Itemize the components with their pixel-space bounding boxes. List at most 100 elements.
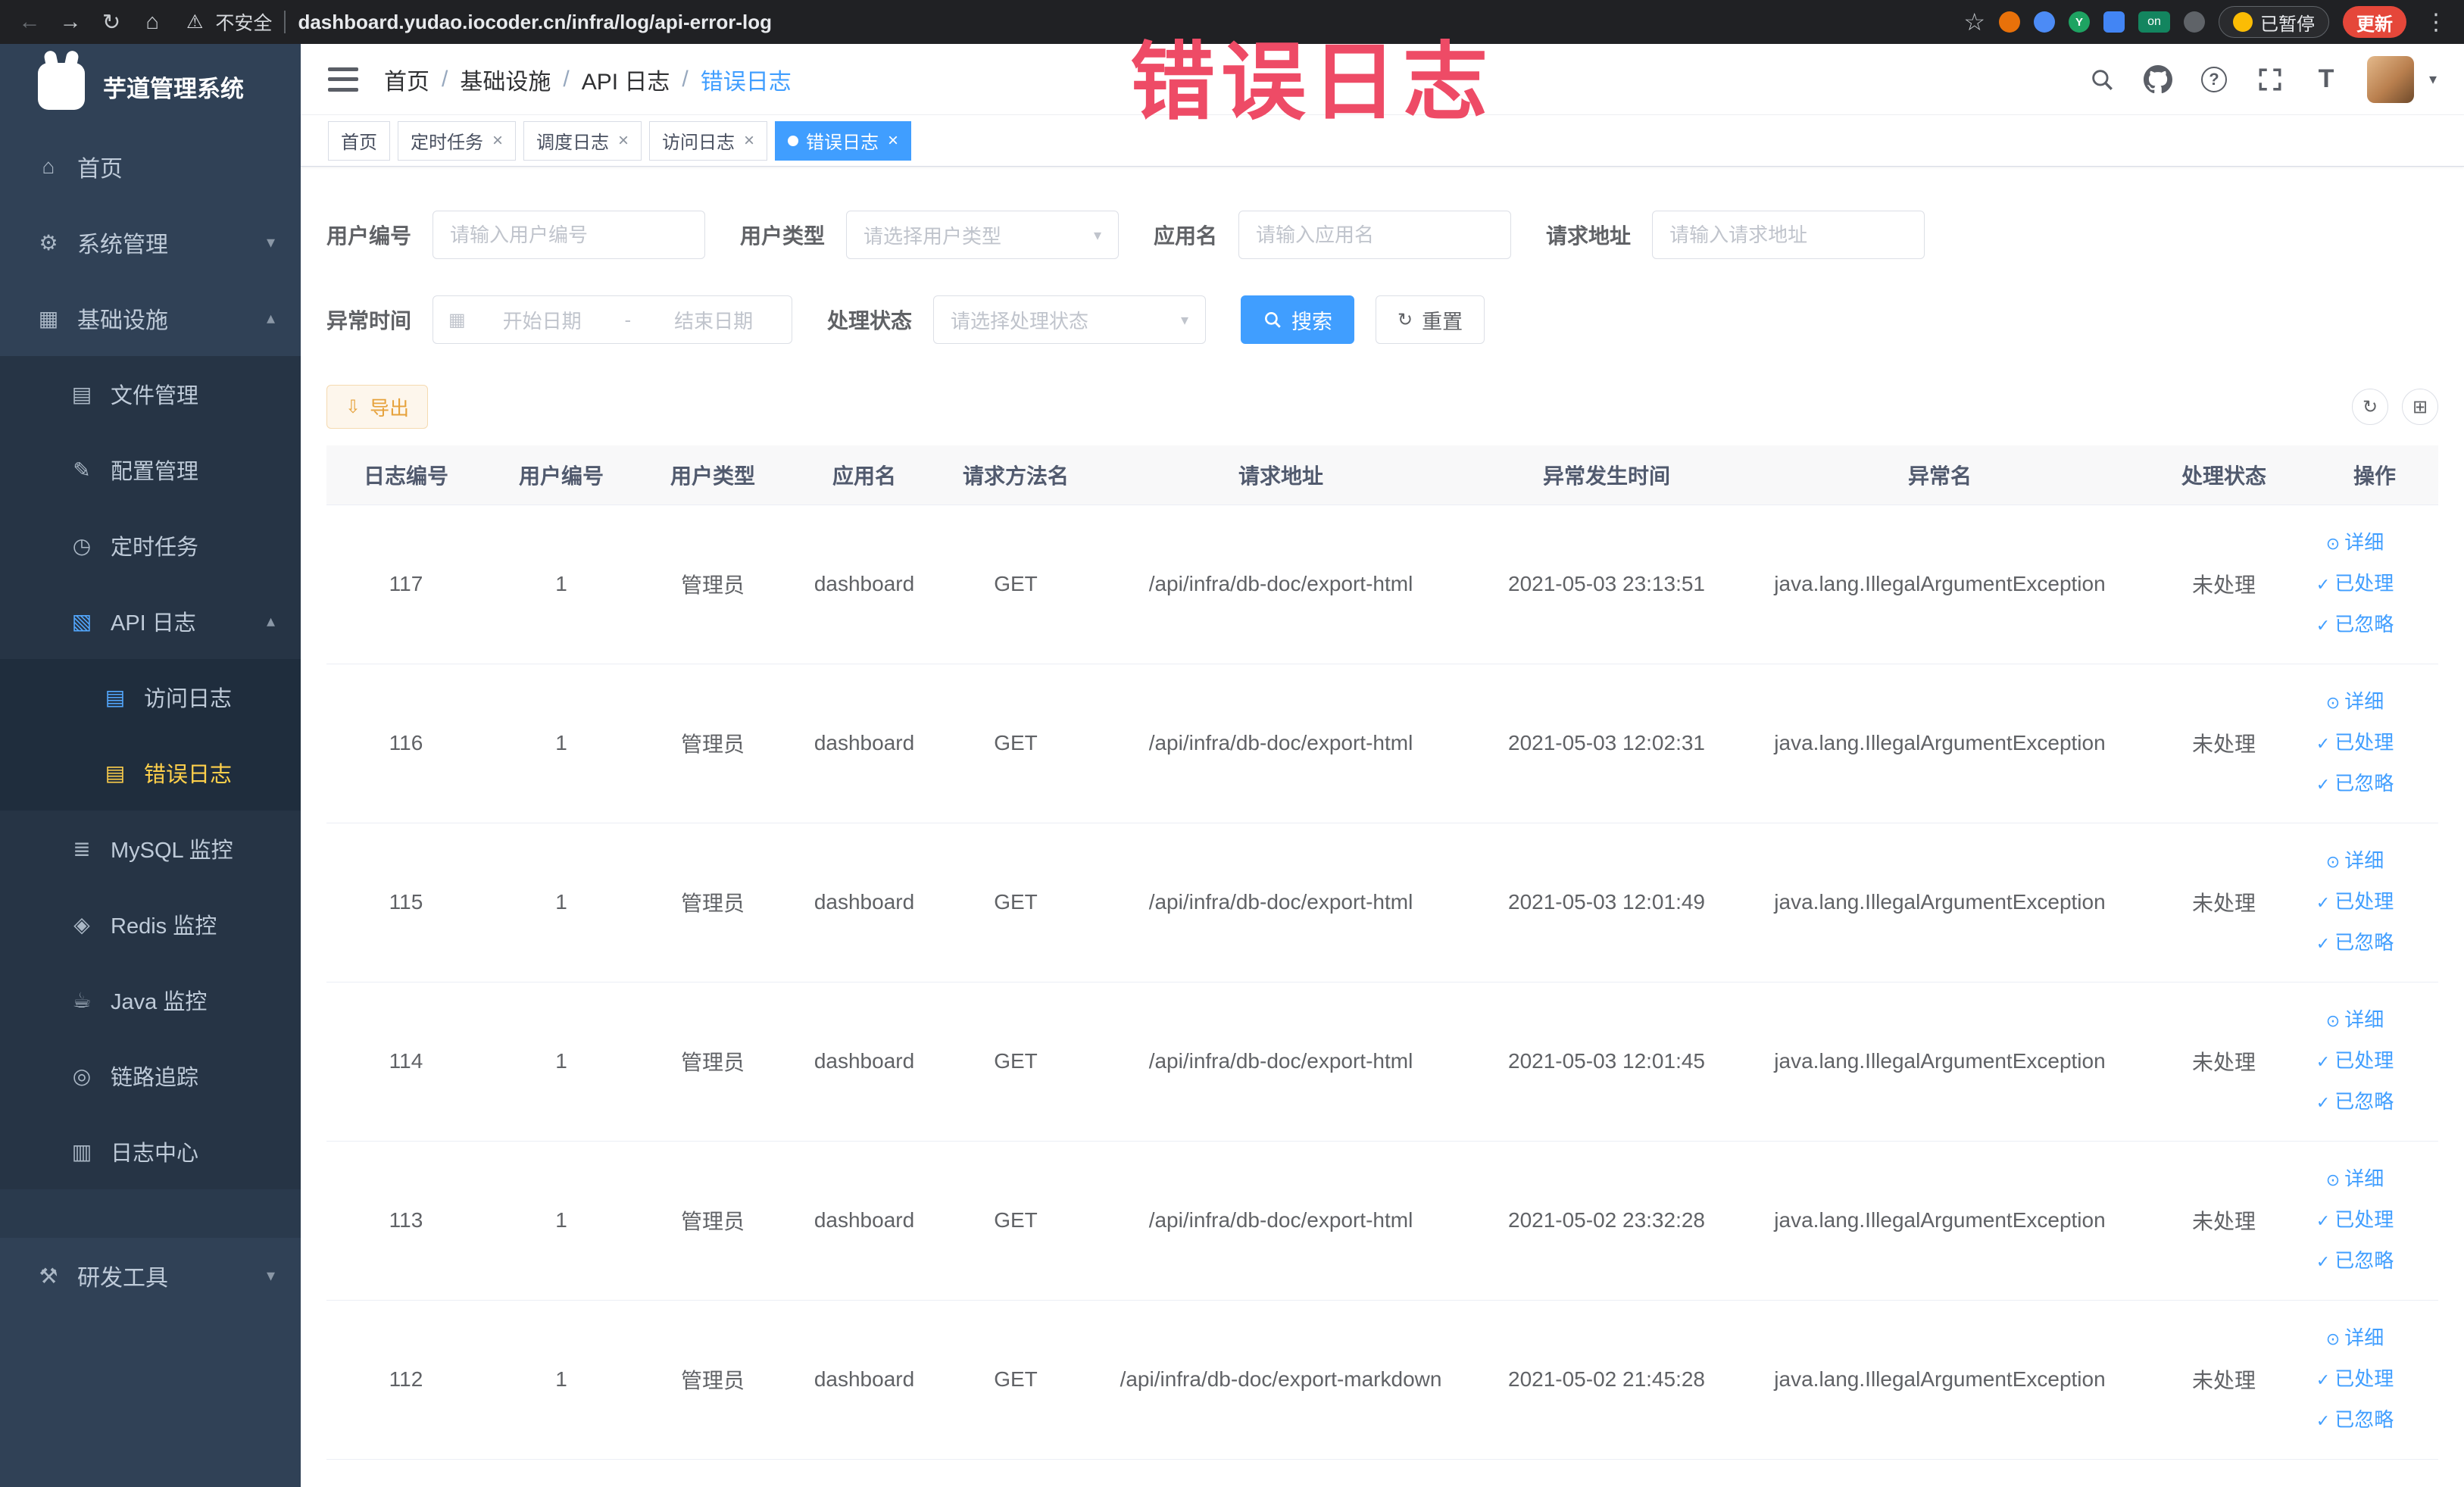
mark-ignored-link[interactable]: ✓ 已忽略 <box>2311 1241 2399 1282</box>
reload-icon[interactable]: ↻ <box>94 5 129 39</box>
extension-icon[interactable] <box>2034 11 2055 33</box>
sidebar-item-infrastructure[interactable]: ▦ 基础设施 ▴ <box>0 280 301 356</box>
tab-schedule-log[interactable]: 调度日志 × <box>523 120 642 161</box>
app-name-input[interactable] <box>1238 211 1512 259</box>
search-button[interactable]: 搜索 <box>1241 295 1355 344</box>
exception-time-range-picker[interactable]: ▦ 开始日期 - 结束日期 <box>433 295 793 344</box>
mark-ignored-link[interactable]: ✓ 已忽略 <box>2311 764 2399 804</box>
detail-link[interactable]: ⊙ 详细 <box>2311 1159 2399 1200</box>
user-id-input[interactable] <box>433 211 706 259</box>
col-exception-time: 异常发生时间 <box>1470 445 1743 505</box>
reset-button[interactable]: ↻ 重置 <box>1376 295 1485 344</box>
breadcrumb-item-api-logs[interactable]: API 日志 <box>582 63 670 96</box>
extension-icon[interactable]: Y <box>2069 11 2090 33</box>
filter-form-row-1: 用户编号 用户类型 请选择用户类型 ▾ 应用名 请求地址 <box>326 211 2438 259</box>
extension-icon[interactable] <box>1999 11 2020 33</box>
table-row: 115 1 管理员 dashboard GET /api/infra/db-do… <box>326 823 2438 982</box>
avatar-caret-icon[interactable]: ▾ <box>2429 70 2437 89</box>
export-button[interactable]: ⇩ 导出 <box>326 385 429 429</box>
sidebar-item-access-log[interactable]: ▤ 访问日志 <box>0 659 301 735</box>
mark-processed-link[interactable]: ✓ 已处理 <box>2311 564 2399 604</box>
cell-process-status: 未处理 <box>2137 505 2311 664</box>
tab-error-log[interactable]: 错误日志 × <box>775 120 912 161</box>
mark-ignored-link[interactable]: ✓ 已忽略 <box>2311 1400 2399 1441</box>
breadcrumb-item-infrastructure[interactable]: 基础设施 <box>460 63 551 96</box>
tab-home[interactable]: 首页 <box>328 120 390 161</box>
sidebar-item-error-log[interactable]: ▤ 错误日志 <box>0 735 301 811</box>
search-icon[interactable] <box>2087 64 2117 95</box>
emoji-icon <box>2233 12 2253 32</box>
tab-scheduled-tasks[interactable]: 定时任务 × <box>398 120 517 161</box>
detail-link[interactable]: ⊙ 详细 <box>2311 1000 2399 1041</box>
mark-ignored-link[interactable]: ✓ 已忽略 <box>2311 1082 2399 1123</box>
request-url-input[interactable] <box>1652 211 1925 259</box>
detail-link[interactable]: ⊙ 详细 <box>2311 523 2399 564</box>
sidebar-item-config-management[interactable]: ✎ 配置管理 <box>0 432 301 508</box>
close-icon[interactable]: × <box>888 130 898 152</box>
sidebar-item-log-center[interactable]: ▥ 日志中心 <box>0 1114 301 1189</box>
close-icon[interactable]: × <box>744 130 754 152</box>
extension-on-badge[interactable]: on <box>2138 11 2170 33</box>
sidebar-item-java-monitor[interactable]: ☕ Java 监控 <box>0 962 301 1038</box>
user-type-select[interactable]: 请选择用户类型 ▾ <box>846 211 1120 259</box>
refresh-table-button[interactable]: ↻ <box>2352 389 2388 425</box>
address-bar[interactable]: ⚠ 不安全 dashboard.yudao.iocoder.cn/infra/l… <box>186 8 1947 36</box>
sidebar-item-home[interactable]: ⌂ 首页 <box>0 129 301 205</box>
mark-processed-link[interactable]: ✓ 已处理 <box>2311 1041 2399 1082</box>
mark-ignored-link[interactable]: ✓ 已忽略 <box>2311 923 2399 964</box>
sidebar-item-mysql-monitor[interactable]: ≣ MySQL 监控 <box>0 811 301 886</box>
cell-exception-time: 2021-05-02 23:32:28 <box>1470 1141 1743 1301</box>
sidebar-item-dev-tools[interactable]: ⚒ 研发工具 ▾ <box>0 1238 301 1314</box>
check-icon: ✓ <box>2316 775 2331 794</box>
log-center-icon: ▥ <box>71 1139 92 1164</box>
mark-processed-link[interactable]: ✓ 已处理 <box>2311 882 2399 923</box>
avatar[interactable] <box>2366 55 2414 103</box>
app-logo[interactable]: 芋道管理系统 <box>0 44 301 129</box>
extension-icon[interactable] <box>2103 11 2125 33</box>
close-icon[interactable]: × <box>492 130 503 152</box>
github-icon[interactable] <box>2143 64 2173 95</box>
close-icon[interactable]: × <box>618 130 629 152</box>
sidebar-item-scheduled-tasks[interactable]: ◷ 定时任务 <box>0 508 301 583</box>
browser-menu-icon[interactable]: ⋮ <box>2420 9 2452 36</box>
process-status-select[interactable]: 请选择处理状态 ▾ <box>933 295 1207 344</box>
download-icon: ⇩ <box>345 396 361 417</box>
extensions-puzzle-icon[interactable] <box>2184 11 2205 33</box>
file-icon: ▤ <box>71 382 92 406</box>
sidebar-item-link-tracing[interactable]: ◎ 链路追踪 <box>0 1038 301 1114</box>
detail-link[interactable]: ⊙ 详细 <box>2311 682 2399 723</box>
sidebar-item-api-logs[interactable]: ▧ API 日志 ▴ <box>0 583 301 659</box>
sidebar-toggle-icon[interactable] <box>328 67 358 92</box>
bookmark-star-icon[interactable]: ☆ <box>1963 8 1985 36</box>
update-button[interactable]: 更新 <box>2343 6 2406 38</box>
cell-user-type: 管理员 <box>637 505 789 664</box>
refresh-icon: ↻ <box>1398 309 1413 330</box>
check-icon: ✓ <box>2316 934 2331 953</box>
back-icon[interactable]: ← <box>12 5 47 39</box>
fullscreen-icon[interactable] <box>2255 64 2285 95</box>
detail-link[interactable]: ⊙ 详细 <box>2311 841 2399 882</box>
address-divider <box>284 11 286 33</box>
mark-processed-link[interactable]: ✓ 已处理 <box>2311 1200 2399 1241</box>
breadcrumb-item-home[interactable]: 首页 <box>384 63 429 96</box>
forward-icon[interactable]: → <box>53 5 88 39</box>
detail-link[interactable]: ⊙ 详细 <box>2311 1318 2399 1359</box>
tab-access-log[interactable]: 访问日志 × <box>649 120 768 161</box>
eye-icon: ⊙ <box>2325 852 2341 871</box>
help-icon[interactable]: ? <box>2199 64 2229 95</box>
column-settings-button[interactable]: ⊞ <box>2402 389 2438 425</box>
browser-home-icon[interactable]: ⌂ <box>135 5 170 39</box>
font-size-icon[interactable]: T <box>2311 64 2341 95</box>
timer-icon: ◷ <box>72 533 92 558</box>
mark-ignored-link[interactable]: ✓ 已忽略 <box>2311 604 2399 645</box>
mark-processed-link[interactable]: ✓ 已处理 <box>2311 1359 2399 1400</box>
warning-icon: ⚠ <box>186 11 204 33</box>
sidebar-item-file-management[interactable]: ▤ 文件管理 <box>0 356 301 432</box>
mark-processed-link[interactable]: ✓ 已处理 <box>2311 723 2399 764</box>
cell-request-url: /api/infra/db-doc/export-markdown <box>1091 1300 1470 1460</box>
paused-badge[interactable]: 已暂停 <box>2219 6 2329 38</box>
sidebar-item-system-management[interactable]: ⚙ 系统管理 ▾ <box>0 205 301 280</box>
check-icon: ✓ <box>2316 1211 2331 1230</box>
eye-icon: ⊙ <box>2325 534 2341 553</box>
sidebar-item-redis-monitor[interactable]: ◈ Redis 监控 <box>0 886 301 962</box>
